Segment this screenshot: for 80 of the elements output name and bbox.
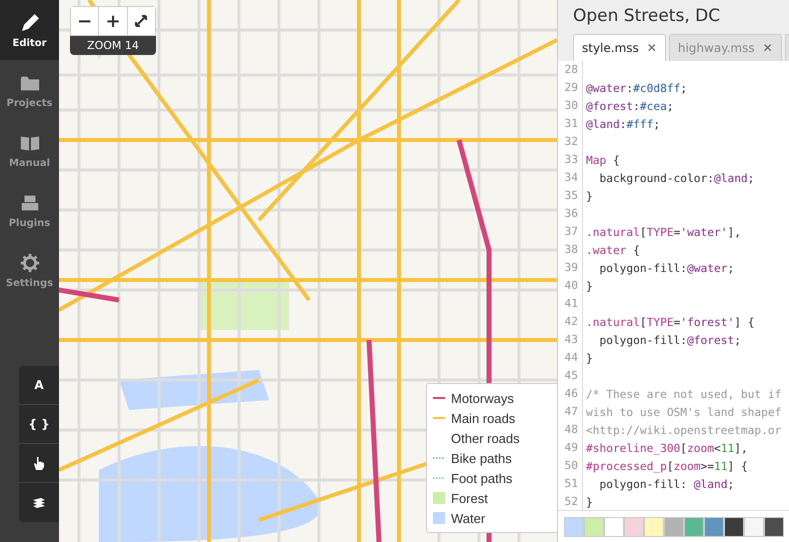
- code-line: background-color:@land;: [598, 172, 754, 184]
- legend-label: Motorways: [451, 390, 514, 406]
- zoom-level-label: ZOOM 14: [70, 36, 156, 55]
- line-number: 32: [558, 133, 583, 151]
- line-number: 36: [558, 205, 583, 223]
- sidebar-item[interactable]: Settings: [0, 240, 59, 300]
- hand-icon: [31, 455, 47, 471]
- code-line: #processed_p[zoom>=11] {: [585, 460, 748, 472]
- color-swatch[interactable]: [764, 517, 784, 537]
- line-number: 39: [558, 259, 583, 277]
- code-line: <http://wiki.openstreetmap.or: [585, 424, 782, 436]
- project-title: Open Streets, DC: [573, 6, 722, 26]
- code-line: polygon-fill: @land;: [598, 478, 734, 490]
- file-tab[interactable]: highway.mss ✕: [668, 34, 782, 61]
- code-line: }: [585, 190, 593, 202]
- sidebar-item[interactable]: Manual: [0, 120, 59, 180]
- code-line: }: [585, 352, 593, 364]
- line-number: 47: [558, 403, 583, 421]
- sidebar-item[interactable]: Editor: [0, 0, 59, 60]
- line-number: 38: [558, 241, 583, 259]
- line-number: 33: [558, 151, 583, 169]
- line-number: 49: [558, 439, 583, 457]
- legend-label: Forest: [451, 490, 488, 506]
- line-number: 30: [558, 97, 583, 115]
- color-swatch[interactable]: [624, 517, 644, 537]
- code-line: @land:#fff;: [585, 118, 660, 130]
- line-number: 40: [558, 277, 583, 295]
- line-number: 43: [558, 331, 583, 349]
- code-line: }: [585, 280, 593, 292]
- legend-label: Bike paths: [451, 450, 512, 466]
- code-line: #shoreline_300[zoom<11],: [585, 442, 748, 454]
- close-tab-button[interactable]: ✕: [762, 41, 773, 55]
- color-swatch[interactable]: [684, 517, 704, 537]
- code-line: .natural[TYPE='forest'] {: [585, 316, 754, 328]
- line-number: 41: [558, 295, 583, 313]
- tab-label: highway.mss: [678, 41, 755, 55]
- color-swatch[interactable]: [644, 517, 664, 537]
- code-line: wish to use OSM's land shapef: [585, 406, 782, 418]
- color-swatch[interactable]: [724, 517, 744, 537]
- sidebar-item[interactable]: Projects: [0, 60, 59, 120]
- line-number: 51: [558, 475, 583, 493]
- code-line: Map {: [585, 154, 620, 166]
- legend-label: Other roads: [451, 430, 520, 446]
- file-tab[interactable]: style.mss ✕: [573, 34, 666, 61]
- line-number: 50: [558, 457, 583, 475]
- line-number: 31: [558, 115, 583, 133]
- color-swatch[interactable]: [604, 517, 624, 537]
- color-swatch[interactable]: [744, 517, 764, 537]
- line-number: 44: [558, 349, 583, 367]
- code-line: }: [585, 496, 593, 508]
- legend-label: Main roads: [451, 410, 516, 426]
- line-number: 46: [558, 385, 583, 403]
- code-line: /* These are not used, but if: [585, 388, 782, 400]
- line-number: 28: [558, 61, 583, 79]
- code-line: .water {: [585, 244, 640, 256]
- code-line: @forest:#cea;: [585, 100, 674, 112]
- line-number: 45: [558, 367, 583, 385]
- sidebar-item[interactable]: Plugins: [0, 180, 59, 240]
- line-number: 48: [558, 421, 583, 439]
- code-line: @water:#c0d8ff;: [585, 82, 688, 94]
- zoom-out-button[interactable]: −: [71, 7, 100, 35]
- color-swatch[interactable]: [704, 517, 724, 537]
- tab-label: style.mss: [582, 41, 639, 55]
- color-swatch[interactable]: [664, 517, 684, 537]
- line-number: 52: [558, 493, 583, 510]
- line-number: 29: [558, 79, 583, 97]
- line-number: 34: [558, 169, 583, 187]
- color-swatch[interactable]: [564, 517, 584, 537]
- line-number: 42: [558, 313, 583, 331]
- expand-icon: [134, 14, 148, 28]
- code-line: polygon-fill:@forest;: [598, 334, 741, 346]
- color-swatch[interactable]: [584, 517, 604, 537]
- line-number: 35: [558, 187, 583, 205]
- line-number: 37: [558, 223, 583, 241]
- gear-icon: [18, 252, 40, 274]
- code-line: .natural[TYPE='water'],: [585, 226, 741, 238]
- legend-label: Foot paths: [451, 470, 512, 486]
- legend-label: Water: [451, 510, 486, 526]
- close-tab-button[interactable]: ✕: [646, 41, 657, 55]
- code-line: polygon-fill:@water;: [598, 262, 734, 274]
